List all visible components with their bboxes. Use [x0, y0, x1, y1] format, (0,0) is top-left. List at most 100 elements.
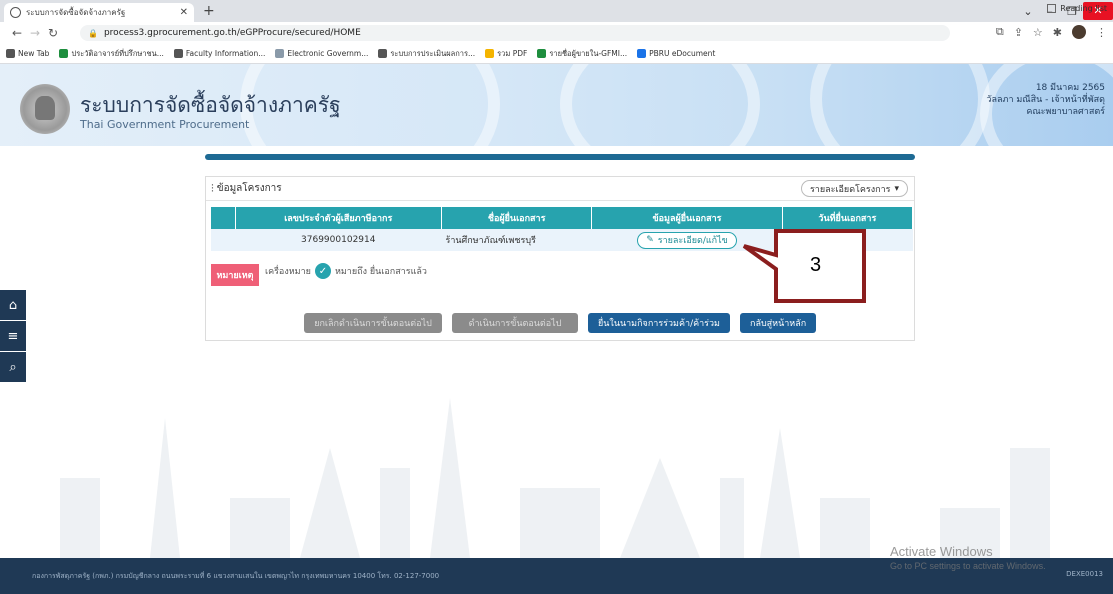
bookmarks-bar: New Tab ประวัติอาจารย์ที่ปรึกษาชน... Facul… [0, 44, 1113, 64]
lock-icon: 🔒 [88, 28, 98, 38]
bookmark-label: รายชื่อผู้ขายใน-GFMI... [549, 48, 628, 58]
cancel-next-step-button[interactable]: ยกเลิกดำเนินการขั้นตอนต่อไป [304, 313, 442, 333]
site-subtitle: Thai Government Procurement [80, 118, 250, 131]
reading-list-button[interactable]: Reading list [1047, 4, 1107, 13]
bookmark-icon [275, 49, 285, 58]
bookmark-label: รวม PDF [497, 48, 528, 58]
header-decoration [810, 64, 990, 146]
profile-avatar[interactable] [1072, 25, 1086, 39]
caret-down-icon: ▾ [894, 183, 899, 194]
dropdown-label: รายละเอียดโครงการ [809, 184, 891, 195]
watermark-line-2: Go to PC settings to activate Windows. [890, 561, 1046, 571]
legend-text: เครื่องหมาย ✓ หมายถึง ยื่นเอกสารแล้ว [265, 263, 427, 279]
bookmark-item[interactable]: รายชื่อผู้ขายใน-GFMI... [537, 48, 627, 60]
row-spacer [211, 229, 236, 251]
bookmark-item[interactable]: PBRU eDocument [637, 49, 715, 58]
bookmark-icon [637, 49, 647, 58]
bookmark-label: PBRU eDocument [649, 49, 716, 58]
bookmark-icon [59, 49, 69, 58]
panel-title: ข้อมูลโครงการ [216, 183, 282, 194]
bookmark-item[interactable]: Faculty Information... [173, 49, 266, 58]
column-header: เลขประจำตัวผู้เสียภาษีอากร [235, 207, 442, 229]
bookmark-item[interactable]: Electronic Governm... [275, 49, 368, 58]
user-department: คณะพยาบาลศาสตร์ [1026, 107, 1105, 117]
column-header: วันที่ยื่นเอกสาร [782, 207, 914, 229]
joint-venture-submit-button[interactable]: ยื่นในนามกิจการร่วมค้า/ค้าร่วม [588, 313, 730, 333]
back-home-button[interactable]: กลับสู่หน้าหลัก [740, 313, 817, 333]
annotation-callout: 3 [740, 227, 880, 307]
toolbar-right: ⧉ ⇪ ☆ ✱ ⋮ [996, 25, 1107, 39]
watermark-line-1: Activate Windows [890, 544, 993, 559]
tax-id-cell: 3769900102914 [235, 229, 442, 251]
bookmark-icon [537, 49, 547, 58]
bookmark-icon [485, 49, 495, 58]
legend-meaning: หมายถึง ยื่นเอกสารแล้ว [334, 267, 427, 277]
site-favicon-icon [10, 7, 21, 18]
project-detail-dropdown[interactable]: รายละเอียดโครงการ ▾ [800, 180, 908, 197]
main-content: ⌂ ≡ ⌕ ⫶ ข้อมูลโครงการ รายละเอียดโครงการ … [0, 146, 1113, 558]
reading-list-label: Reading list [1060, 4, 1107, 13]
sidebar: ⌂ ≡ ⌕ [0, 290, 26, 383]
browser-tab-bar: ระบบการจัดซื้อจัดจ้างภาครัฐ ✕ + ⌄ – ❐ ✕ [0, 0, 1113, 22]
bookmark-label: Faculty Information... [185, 49, 266, 58]
current-date: 18 มีนาคม 2565 [1035, 83, 1105, 93]
column-header: ข้อมูลผู้ยื่นเอกสาร [591, 207, 783, 229]
tab-search-icon[interactable]: ⌄ [1017, 5, 1039, 18]
detail-edit-label: รายละเอียด/แก้ไข [657, 236, 728, 246]
action-buttons: ยกเลิกดำเนินการขั้นตอนต่อไป ดำเนินการขั้… [304, 313, 817, 333]
site-header: ระบบการจัดซื้อจัดจ้างภาครัฐ Thai Governm… [0, 64, 1113, 146]
bookmark-icon [6, 49, 15, 58]
url-text: process3.gprocurement.go.th/eGPProcure/s… [103, 28, 361, 38]
legend: หมายเหตุ เครื่องหมาย ✓ หมายถึง ยื่นเอกสา… [211, 256, 427, 286]
bookmark-icon [173, 49, 183, 58]
bookmark-item[interactable]: รวม PDF [485, 48, 527, 60]
browser-tab[interactable]: ระบบการจัดซื้อจัดจ้างภาครัฐ ✕ [4, 3, 194, 22]
share-icon[interactable]: ⇪ [1014, 26, 1023, 39]
address-bar: ← → ↻ 🔒 process3.gprocurement.go.th/eGPP… [0, 22, 1113, 44]
windows-activation-watermark: Activate Windows Go to PC settings to ac… [890, 544, 1046, 571]
submitter-name-cell: ร้านศึกษาภัณฑ์เพชรบุรี [441, 229, 592, 251]
bookmark-item[interactable]: ระบบการประเมินผลการ... [378, 48, 475, 60]
bookmark-label: New Tab [18, 49, 50, 58]
menu-list-icon[interactable]: ≡ [0, 321, 26, 351]
translate-icon[interactable]: ⧉ [996, 25, 1004, 39]
table-header-row: เลขประจำตัวผู้เสียภาษีอากร ชื่อผู้ยื่นเอ… [211, 207, 914, 229]
user-name: วัลลภา มณีสิน - เจ้าหน้าที่พัสดุ [986, 95, 1105, 105]
progress-bar [205, 154, 915, 160]
government-logo [20, 84, 70, 134]
detail-edit-button[interactable]: ✎ รายละเอียด/แก้ไข [637, 231, 737, 249]
bookmark-label: Electronic Governm... [287, 49, 369, 58]
url-field[interactable]: 🔒 process3.gprocurement.go.th/eGPProcure… [80, 25, 950, 41]
sliders-icon: ⫶ [211, 181, 214, 195]
star-icon[interactable]: ☆ [1033, 26, 1043, 39]
bookmark-item[interactable]: New Tab [6, 49, 49, 58]
bookmark-label: ประวัติอาจารย์ที่ปรึกษาชน... [71, 48, 164, 58]
user-info: 18 มีนาคม 2565 วัลลภา มณีสิน - เจ้าหน้าท… [986, 82, 1105, 118]
city-skyline-background [60, 398, 1050, 558]
header-decoration [560, 64, 760, 146]
tab-title: ระบบการจัดซื้อจัดจ้างภาครัฐ [26, 8, 126, 17]
home-icon[interactable]: ⌂ [0, 290, 26, 320]
remark-badge: หมายเหตุ [211, 264, 259, 286]
table-header-spacer [211, 207, 236, 229]
panel-header: ⫶ ข้อมูลโครงการ รายละเอียดโครงการ ▾ [206, 177, 914, 201]
search-icon[interactable]: ⌕ [0, 352, 26, 382]
reading-list-icon [1047, 4, 1057, 13]
new-tab-button[interactable]: + [203, 3, 215, 19]
next-step-button[interactable]: ดำเนินการขั้นตอนต่อไป [452, 313, 578, 333]
callout-number: 3 [810, 254, 822, 276]
menu-icon[interactable]: ⋮ [1096, 26, 1107, 39]
back-icon[interactable]: ← [8, 26, 26, 40]
edit-icon: ✎ [646, 235, 654, 245]
forward-icon[interactable]: → [26, 26, 44, 40]
extensions-icon[interactable]: ✱ [1053, 26, 1062, 39]
footer-address: กองการพัสดุภาครัฐ (กพภ.) กรมบัญชีกลาง ถน… [32, 572, 440, 580]
legend-symbol-label: เครื่องหมาย [265, 267, 311, 277]
page-code: DEXE0013 [1066, 570, 1103, 578]
bookmark-item[interactable]: ประวัติอาจารย์ที่ปรึกษาชน... [59, 48, 164, 60]
tab-close-icon[interactable]: ✕ [180, 7, 188, 18]
column-header: ชื่อผู้ยื่นเอกสาร [441, 207, 593, 229]
check-circle-icon: ✓ [314, 263, 331, 279]
reload-icon[interactable]: ↻ [44, 26, 62, 40]
bookmark-label: ระบบการประเมินผลการ... [390, 48, 476, 58]
